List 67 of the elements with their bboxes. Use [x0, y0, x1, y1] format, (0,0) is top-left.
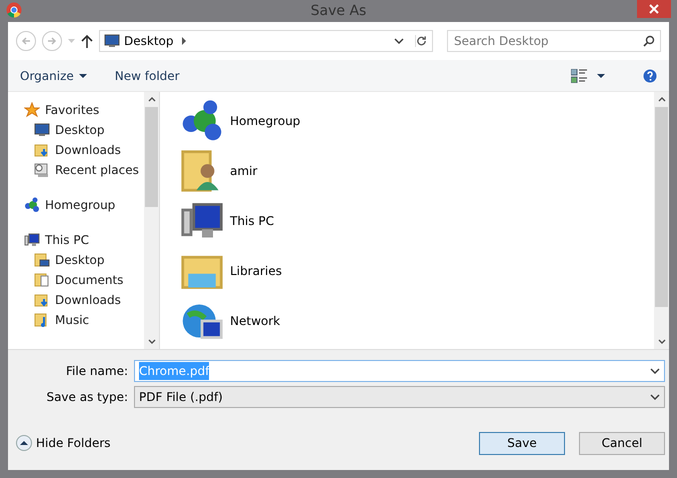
sidebar-item[interactable]: Recent places: [24, 160, 139, 180]
scrollbar-thumb[interactable]: [655, 107, 668, 307]
scroll-up-icon: [148, 97, 156, 102]
search-icon: [643, 35, 655, 47]
collapse-up-icon: [16, 435, 32, 451]
back-button[interactable]: [16, 31, 36, 51]
address-bar[interactable]: Desktop: [99, 30, 433, 52]
organize-menu-button[interactable]: Organize: [20, 66, 87, 84]
address-path: Desktop: [124, 33, 174, 50]
close-icon: [649, 4, 659, 14]
scrollbar-thumb[interactable]: [145, 107, 158, 207]
window-title: Save As: [310, 2, 366, 20]
folder-download-icon: [34, 142, 50, 158]
monitor-icon: [104, 33, 120, 49]
up-arrow-icon[interactable]: [81, 34, 93, 48]
homegroup-icon: [24, 197, 40, 213]
chevron-down-icon: [650, 394, 660, 400]
help-icon[interactable]: [643, 68, 657, 82]
save-button[interactable]: Save: [479, 432, 565, 454]
file-type-dropdown[interactable]: PDF File (.pdf): [134, 386, 665, 408]
computer-icon: [24, 232, 40, 248]
caret-icon: [78, 74, 87, 78]
folder-monitor-icon: [34, 252, 50, 268]
scroll-up-icon: [658, 97, 666, 102]
refresh-icon: [415, 35, 427, 47]
chevron-down-icon: [394, 38, 404, 44]
folder-item[interactable]: Homegroup: [180, 96, 300, 146]
scroll-down-icon: [148, 339, 156, 344]
star-icon: [24, 102, 40, 118]
folder-item[interactable]: Network: [180, 296, 280, 346]
sidebar-item[interactable]: This PC: [24, 230, 89, 250]
scroll-down-icon: [658, 339, 666, 344]
chevron-right-icon: [182, 37, 186, 45]
sidebar-item[interactable]: Downloads: [24, 290, 121, 310]
sidebar-item[interactable]: Documents: [24, 270, 124, 290]
folder-item[interactable]: amir: [180, 146, 258, 196]
homegroup-icon: [180, 99, 224, 143]
scrollbar[interactable]: [654, 92, 669, 349]
sidebar-item[interactable]: Homegroup: [24, 195, 116, 215]
close-button[interactable]: [637, 0, 671, 18]
right-arrow-icon: [47, 36, 57, 46]
sidebar-item[interactable]: Music: [24, 310, 90, 330]
folder-download-icon: [34, 292, 50, 308]
cancel-button[interactable]: Cancel: [579, 432, 665, 454]
toolbar-button[interactable]: New folder: [114, 66, 180, 84]
scrollbar[interactable]: [144, 92, 159, 349]
field-label: File name:: [65, 363, 129, 380]
caret-icon: [597, 74, 605, 78]
chrome-logo-icon: [6, 2, 22, 18]
sidebar-item[interactable]: Favorites: [24, 100, 100, 120]
caret-icon: [68, 39, 75, 43]
left-arrow-icon: [21, 36, 31, 46]
view-list-icon: [571, 68, 587, 82]
search-field[interactable]: Search Desktop: [447, 30, 661, 52]
sidebar-item[interactable]: Desktop: [24, 250, 104, 270]
recent-places-icon: [34, 162, 50, 178]
forward-button[interactable]: [42, 31, 62, 51]
view-options-button[interactable]: [571, 68, 605, 82]
sidebar-item[interactable]: Downloads: [24, 140, 121, 160]
folder-document-icon: [34, 272, 50, 288]
field-label: Save as type:: [45, 389, 129, 406]
sidebar-item[interactable]: Desktop: [24, 120, 104, 140]
chevron-down-icon: [650, 368, 660, 374]
folder-item[interactable]: This PC: [180, 196, 274, 246]
folder-item[interactable]: Libraries: [180, 246, 282, 296]
hide-folders-button[interactable]: Hide Folders: [16, 434, 111, 452]
monitor-icon: [34, 122, 50, 138]
